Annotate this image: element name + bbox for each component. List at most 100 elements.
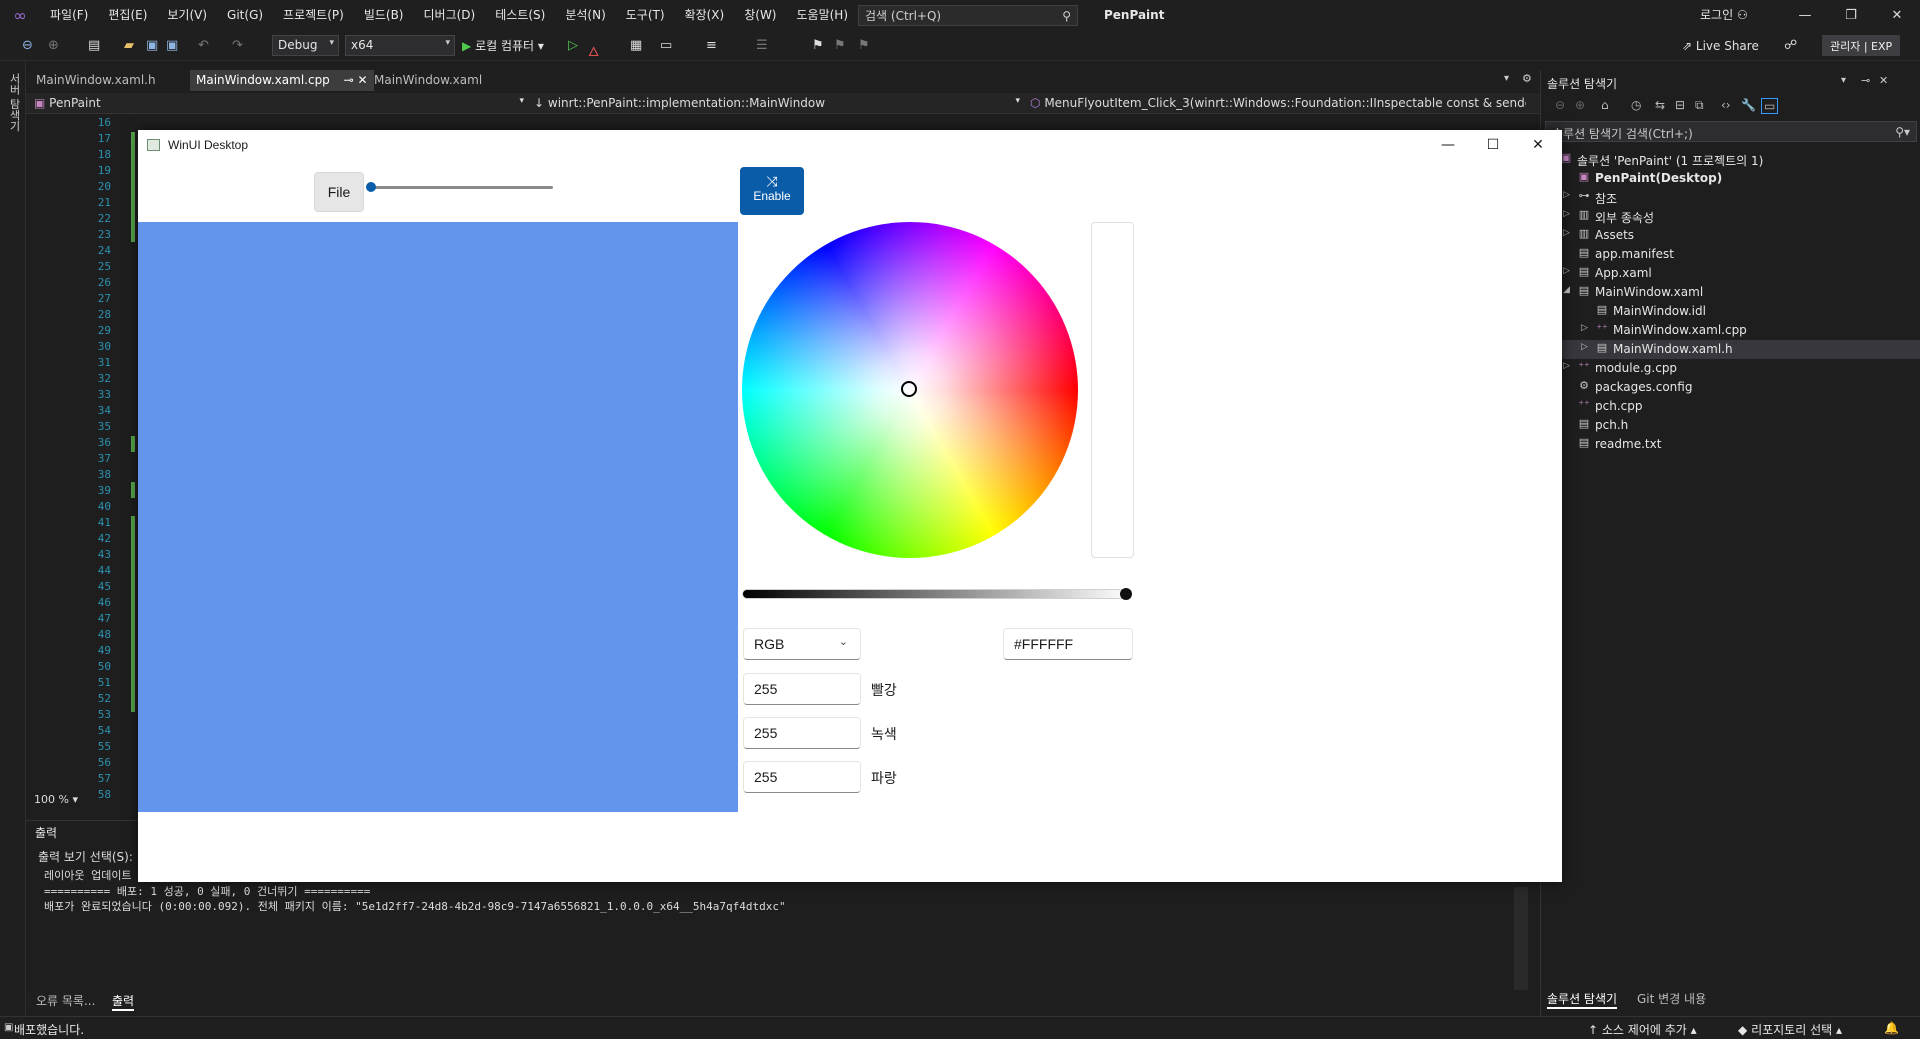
hot-reload-icon[interactable]: 🜂 <box>588 38 599 64</box>
search-input[interactable]: 검색 (Ctrl+Q) ⚲ <box>858 5 1078 26</box>
tree-item[interactable]: ▷ ▥ Assets <box>1541 226 1920 245</box>
tab-mainwindow-h[interactable]: MainWindow.xaml.h <box>30 70 162 91</box>
bookmark-next-icon[interactable]: ⚑ <box>858 38 870 53</box>
tree-item[interactable]: ▣ PenPaint(Desktop) <box>1541 169 1920 188</box>
tab-dropdown-icon[interactable]: ▾ <box>1504 73 1509 84</box>
back-icon[interactable]: ⊖ <box>1555 98 1565 112</box>
indent-icon[interactable]: ☰ <box>756 38 768 53</box>
zoom-select[interactable]: 100 % ▾ <box>34 793 78 806</box>
server-explorer-strip[interactable]: 서버 탐색기 <box>0 61 26 1016</box>
enable-button[interactable]: ⤨ Enable <box>740 167 804 215</box>
notifications-icon[interactable]: 🔔 <box>1884 1021 1899 1035</box>
menu-item[interactable]: 보기(V) <box>157 0 217 31</box>
expand-icon[interactable]: ▷ <box>1563 228 1570 238</box>
expand-icon[interactable]: ▷ <box>1563 190 1570 200</box>
output-scrollbar[interactable] <box>1514 887 1528 997</box>
tree-item[interactable]: ▤ app.manifest <box>1541 245 1920 264</box>
menu-item[interactable]: 디버그(D) <box>414 0 486 31</box>
tree-item[interactable]: ⁺⁺ pch.cpp <box>1541 397 1920 416</box>
code-view-icon[interactable]: ‹› <box>1721 98 1731 112</box>
expand-icon[interactable]: ▷ <box>1563 209 1570 219</box>
menu-item[interactable]: 프로젝트(P) <box>273 0 354 31</box>
expand-icon[interactable]: ▷ <box>1563 361 1570 371</box>
menu-item[interactable]: 빌드(B) <box>354 0 414 31</box>
tree-item[interactable]: ◢ ▤ MainWindow.xaml <box>1541 283 1920 302</box>
tab-solution-explorer[interactable]: 솔루션 탐색기 <box>1547 990 1618 1009</box>
menu-item[interactable]: 편집(E) <box>98 0 157 31</box>
home-icon[interactable]: ⌂ <box>1601 98 1609 112</box>
bookmark-prev-icon[interactable]: ⚑ <box>834 38 846 53</box>
tab-error-list[interactable]: 오류 목록... <box>36 992 95 1009</box>
forward-icon[interactable]: ⊕ <box>1575 98 1585 112</box>
comment-icon[interactable]: ≡ <box>706 38 717 53</box>
show-all-icon[interactable]: ⧉ <box>1695 98 1704 113</box>
member-select[interactable]: ⬡ MenuFlyoutItem_Click_3(winrt::Windows:… <box>1026 93 1526 114</box>
login-link[interactable]: 로그인 ⚇ <box>1700 0 1748 31</box>
tree-item[interactable]: ▤ pch.h <box>1541 416 1920 435</box>
tree-item[interactable]: ▷ ⁺⁺ module.g.cpp <box>1541 359 1920 378</box>
menu-item[interactable]: 확장(X) <box>675 0 735 31</box>
forward-icon[interactable]: ⊕ <box>48 38 59 53</box>
tree-item[interactable]: ▣ 솔루션 'PenPaint' (1 프로젝트의 1) <box>1541 150 1920 169</box>
source-control-button[interactable]: ↑ 소스 제어에 추가 ▴ <box>1588 1021 1697 1038</box>
save-icon[interactable]: ▣ <box>146 38 158 53</box>
menu-item[interactable]: 분석(N) <box>555 0 615 31</box>
drawing-canvas[interactable] <box>138 222 738 812</box>
color-mode-select[interactable]: RGB ⌄ <box>743 628 861 660</box>
live-share-button[interactable]: ⇗ Live Share <box>1682 39 1759 53</box>
green-input[interactable]: 255 <box>743 717 861 749</box>
start-without-debug-icon[interactable]: ▷ <box>568 38 578 53</box>
browse-icon[interactable]: ▦ <box>630 38 642 53</box>
open-folder-icon[interactable]: ▰ <box>124 38 134 53</box>
pen-size-slider[interactable] <box>372 186 553 189</box>
tree-item[interactable]: ▷ ▤ App.xaml <box>1541 264 1920 283</box>
redo-icon[interactable]: ↷ <box>232 38 243 53</box>
sync-icon[interactable]: ⇆ <box>1655 98 1665 112</box>
close-button[interactable]: ✕ <box>1874 0 1920 31</box>
tree-item[interactable]: ▷ ⊶ 참조 <box>1541 188 1920 207</box>
feedback-icon[interactable]: ☍ <box>1784 38 1797 53</box>
restore-button[interactable]: ❐ <box>1828 0 1874 31</box>
tree-item[interactable]: ▷ ⁺⁺ MainWindow.xaml.cpp <box>1541 321 1920 340</box>
expand-icon[interactable]: ▷ <box>1581 323 1588 333</box>
collapse-icon[interactable]: ◢ <box>1563 285 1570 295</box>
app-maximize-button[interactable]: ☐ <box>1471 130 1515 160</box>
tree-item[interactable]: ▤ readme.txt <box>1541 435 1920 454</box>
tree-item[interactable]: ▷ ▤ MainWindow.xaml.h <box>1541 340 1920 359</box>
configuration-select[interactable]: Debug ▾ <box>272 35 339 56</box>
menu-item[interactable]: 테스트(S) <box>485 0 555 31</box>
file-menu-button[interactable]: File <box>314 172 364 212</box>
project-select[interactable]: ▣ PenPaint ▾ <box>30 93 528 114</box>
menu-item[interactable]: Git(G) <box>217 0 273 31</box>
pin-icon[interactable]: ⊸ <box>1861 74 1870 87</box>
new-project-icon[interactable]: ▤ <box>88 38 100 53</box>
tab-settings-icon[interactable]: ⚙ <box>1522 72 1532 85</box>
expand-icon[interactable]: ▷ <box>1563 266 1570 276</box>
menu-item[interactable]: 도움말(H) <box>787 0 859 31</box>
run-button[interactable]: ▶ 로컬 컴퓨터 ▾ <box>462 37 544 54</box>
bookmark-icon[interactable]: ⚑ <box>812 38 824 53</box>
app-close-button[interactable]: ✕ <box>1516 130 1560 160</box>
back-icon[interactable]: ⊖ <box>22 38 33 53</box>
close-tab-icon[interactable]: ✕ <box>358 73 368 87</box>
tab-mainwindow-cpp[interactable]: MainWindow.xaml.cpp ⊸ ✕ <box>190 70 374 91</box>
scope-select[interactable]: ↓ winrt::PenPaint::implementation::MainW… <box>530 93 1024 114</box>
repository-button[interactable]: ◆ 리포지토리 선택 ▴ <box>1738 1021 1842 1038</box>
server-explorer-label[interactable]: 서버 탐색기 <box>6 73 22 132</box>
value-slider[interactable] <box>742 589 1131 599</box>
preview-icon[interactable]: ▭ <box>1761 98 1779 114</box>
menu-item[interactable]: 도구(T) <box>616 0 675 31</box>
tree-item[interactable]: ⚙ packages.config <box>1541 378 1920 397</box>
panel-menu-icon[interactable]: ▾ <box>1841 75 1846 86</box>
app-minimize-button[interactable]: — <box>1426 130 1470 160</box>
collapse-icon[interactable]: ⊟ <box>1675 98 1685 112</box>
tree-item[interactable]: ▷ ▥ 외부 종속성 <box>1541 207 1920 226</box>
close-panel-icon[interactable]: ✕ <box>1879 74 1888 87</box>
menu-item[interactable]: 파일(F) <box>40 0 98 31</box>
blue-input[interactable]: 255 <box>743 761 861 793</box>
value-slider-thumb[interactable] <box>1120 588 1132 600</box>
expand-icon[interactable]: ▷ <box>1581 342 1588 352</box>
color-spectrum-selector[interactable] <box>901 381 917 397</box>
save-all-icon[interactable]: ▣ <box>166 38 178 53</box>
slider-thumb[interactable] <box>366 182 376 192</box>
